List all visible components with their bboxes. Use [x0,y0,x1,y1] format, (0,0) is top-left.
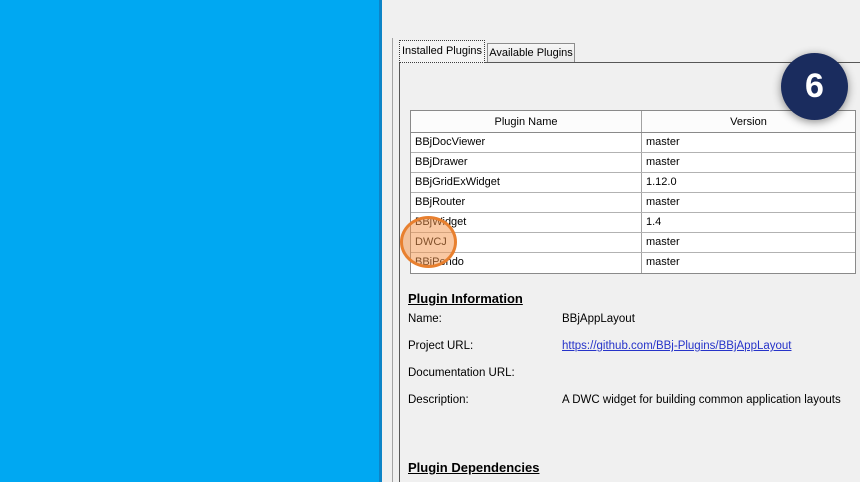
tab-installed-plugins[interactable]: Installed Plugins [399,40,485,63]
cell-plugin-name: BBjDocViewer [411,133,642,152]
step-badge-number: 6 [805,67,824,105]
cell-version: 1.4 [646,216,662,228]
cell-version: master [646,256,680,268]
table-row[interactable]: BBjDocViewer master [411,133,855,153]
info-field-label: Documentation URL: [408,367,515,379]
plugin-information-heading: Plugin Information [408,291,523,306]
info-field-value [562,367,856,394]
tab-available-plugins-label: Available Plugins [489,47,573,59]
project-url-link[interactable]: https://github.com/BBj-Plugins/BBjAppLay… [562,340,856,367]
table-row[interactable]: BBjDrawer master [411,153,855,173]
table-row[interactable]: BBjPendomaster [411,253,855,273]
plugin-table-body: BBjDocViewer master BBjDrawer master BBjGrid… [411,133,855,273]
desktop-background [0,0,382,482]
plugins-table: Plugin Name Version BBjDocViewer master BB… [410,110,856,274]
screen: Installed Plugins Available Plugins Plug… [0,0,860,482]
column-header-plugin-name[interactable]: Plugin Name [411,111,642,132]
cell-version: master [646,196,680,208]
info-field-row: Name: BBjAppLayout [408,313,856,340]
cell-version: 1.12.0 [646,176,677,188]
plugins-table-header: Plugin Name Version [411,111,855,133]
tab-installed-plugins-label: Installed Plugins [401,45,483,57]
info-field-row: Documentation URL: [408,367,856,394]
plugin-dependencies-heading: Plugin Dependencies [408,460,540,475]
plugin-info-fields: Name: BBjAppLayout Project URL: https://git… [408,313,856,421]
cell-plugin-name: BBjDrawer [411,153,642,172]
info-field-row: Description: A DWC widget for building co… [408,394,856,421]
info-field-label: Name: [408,313,442,325]
info-field-value: BBjAppLayout [562,313,635,325]
table-row[interactable]: DWCJmaster [411,233,855,253]
highlight-circle-annotation [400,216,457,268]
table-row[interactable]: BBjRouter master [411,193,855,213]
info-field-label: Project URL: [408,340,474,352]
cell-version: master [646,136,680,148]
table-row[interactable]: BBjGridExWidget 1.12.0 [411,173,855,193]
info-field-row: Project URL: https://github.com/BBj-Plugi… [408,340,856,367]
cell-version: master [646,236,680,248]
table-row[interactable]: BBjWidget1.4 [411,213,855,233]
cell-plugin-name: BBjRouter [411,193,642,212]
cell-version: master [646,156,680,168]
info-field-value: A DWC widget for building common applica… [562,394,841,406]
info-field-label: Description: [408,394,469,406]
window-edge-divider [392,38,393,482]
step-badge: 6 [781,53,848,120]
tab-available-plugins[interactable]: Available Plugins [487,43,575,62]
cell-plugin-name: BBjGridExWidget [411,173,642,192]
